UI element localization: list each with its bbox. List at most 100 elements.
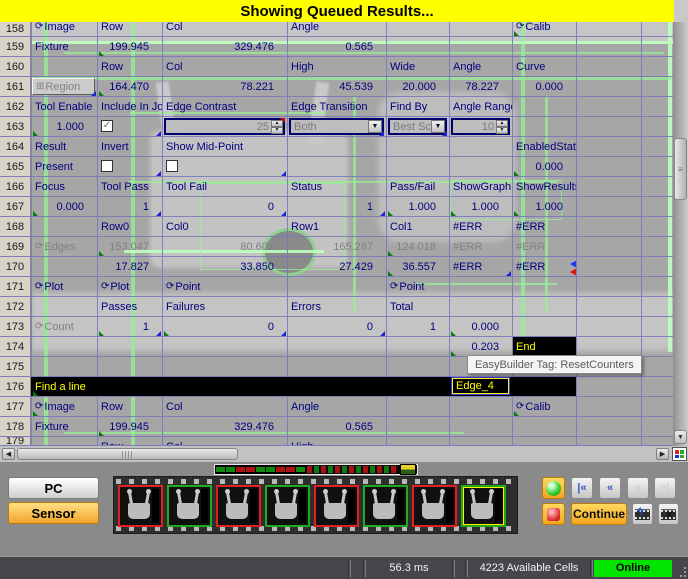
row-header-164[interactable]: 164	[0, 137, 31, 156]
cell-166C[interactable]: Tool Fail	[163, 177, 287, 197]
row-header-179[interactable]: 179	[0, 437, 31, 445]
cell-161F[interactable]: 78.227	[450, 77, 512, 97]
dropdown-field[interactable]: Best Score▼	[388, 118, 447, 135]
previous-record-button[interactable]: «	[599, 477, 621, 499]
cell-178B[interactable]: 199.945	[98, 417, 162, 437]
row-header-161[interactable]: 161	[0, 77, 31, 96]
cell-170C[interactable]: 33.850	[163, 257, 287, 277]
cell-170E[interactable]: 36.557	[387, 257, 449, 277]
cell-160G[interactable]: Curve	[513, 57, 576, 77]
view-toggle-button[interactable]	[672, 447, 687, 461]
cell-159A[interactable]: Fixture	[32, 37, 97, 57]
cell-169B[interactable]: 153.047	[98, 237, 162, 257]
cell-163B-checkbox[interactable]: ✓	[98, 117, 162, 137]
row-header-175[interactable]: 175	[0, 357, 31, 376]
cell-170G[interactable]: #ERR	[513, 257, 576, 277]
cell-166E[interactable]: Pass/Fail	[387, 177, 449, 197]
row-header-162[interactable]: 162	[0, 97, 31, 116]
cell-171A[interactable]: ⟳Plot	[32, 277, 97, 297]
cell-160E[interactable]: Wide	[387, 57, 449, 77]
filmstrip-thumbnail-4-pass[interactable]	[265, 485, 310, 527]
cell-173E[interactable]: 1	[387, 317, 449, 337]
row-header-170[interactable]: 170	[0, 257, 31, 276]
cell-177G[interactable]: ⟳Calib	[513, 397, 576, 417]
cell-167B[interactable]: 1	[98, 197, 162, 217]
cell-178C[interactable]: 329.476	[163, 417, 287, 437]
spin-down-icon[interactable]: ▼	[271, 127, 283, 134]
spin-down-icon[interactable]: ▼	[496, 127, 508, 134]
continue-button[interactable]: Continue	[571, 503, 627, 525]
cell-177D[interactable]: Angle	[288, 397, 386, 417]
row-header-163[interactable]: 163	[0, 117, 31, 136]
horizontal-scrollbar-thumb[interactable]: ||||	[17, 448, 238, 460]
cell-159B[interactable]: 199.945	[98, 37, 162, 57]
cell-158C[interactable]: Col	[163, 22, 287, 37]
row-header-167[interactable]: 167	[0, 197, 31, 216]
filmstrip-thumbnail-1-fail[interactable]	[118, 485, 163, 527]
cell-169C[interactable]: 80.602	[163, 237, 287, 257]
filmstrip-thumbnail-6-pass[interactable]	[363, 485, 408, 527]
row-header-178[interactable]: 178	[0, 417, 31, 436]
pc-button[interactable]: PC	[8, 477, 99, 499]
stop-button[interactable]	[542, 503, 565, 525]
cell-166A[interactable]: Focus	[32, 177, 97, 197]
cell-168B[interactable]: Row0	[98, 217, 162, 237]
region-button[interactable]: ⊞Region	[32, 78, 95, 95]
resize-grip[interactable]	[672, 557, 688, 579]
spinner-buttons[interactable]: ▲▼	[496, 120, 508, 133]
cell-173F[interactable]: 0.000	[450, 317, 512, 337]
cell-173C[interactable]: 0	[163, 317, 287, 337]
horizontal-scrollbar[interactable]: ◀ |||| ▶	[0, 446, 688, 462]
cell-170B[interactable]: 17.827	[98, 257, 162, 277]
sensor-button[interactable]: Sensor	[8, 502, 99, 524]
cell-168C[interactable]: Col0	[163, 217, 287, 237]
scroll-down-button[interactable]: ▼	[674, 430, 687, 444]
cell-165C-checkbox[interactable]	[163, 157, 287, 177]
cell-171C[interactable]: ⟳Point	[163, 277, 287, 297]
cell-166G[interactable]: ShowResults	[513, 177, 576, 197]
cell-161G[interactable]: 0.000	[513, 77, 576, 97]
cell-161B[interactable]: 164.470	[98, 77, 162, 97]
cell-168G[interactable]: #ERR	[513, 217, 576, 237]
row-header-169[interactable]: 169	[0, 237, 31, 256]
spinner-field[interactable]: 10▲▼	[451, 118, 510, 135]
cell-169F[interactable]: #ERR	[450, 237, 512, 257]
filmstrip-thumbnail-5-fail[interactable]	[314, 485, 359, 527]
cell-177C[interactable]: Col	[163, 397, 287, 417]
spinner-field[interactable]: 25▲▼	[164, 118, 285, 135]
cell-177B[interactable]: Row	[98, 397, 162, 417]
cell-165G[interactable]: 0.000	[513, 157, 576, 177]
spin-up-icon[interactable]: ▲	[496, 120, 508, 127]
cell-163E-dropdown[interactable]: Best Score▼	[387, 117, 448, 137]
scroll-right-button[interactable]: ▶	[656, 448, 669, 460]
cell-159C[interactable]: 329.476	[163, 37, 287, 57]
row-header-165[interactable]: 165	[0, 157, 31, 176]
cell-163D-dropdown[interactable]: Both▼	[288, 117, 385, 137]
row-header-174[interactable]: 174	[0, 337, 31, 356]
cell-172E[interactable]: Total	[387, 297, 449, 317]
cell-166B[interactable]: Tool Pass	[98, 177, 162, 197]
cell-158G[interactable]: ⟳Calib	[513, 22, 576, 37]
cell-171B[interactable]: ⟳Plot	[98, 277, 162, 297]
cell-164G[interactable]: EnabledStatus	[513, 137, 576, 157]
cell-172D[interactable]: Errors	[288, 297, 386, 317]
cell-169E[interactable]: 124.018	[387, 237, 449, 257]
save-images-button[interactable]: ↰	[632, 503, 653, 525]
cell-160B[interactable]: Row	[98, 57, 162, 77]
cell-173B[interactable]: 1	[98, 317, 162, 337]
cell-163C-spinner[interactable]: 25▲▼	[163, 117, 286, 137]
cell-164B[interactable]: Invert	[98, 137, 162, 157]
filmstrip-thumbnail-2-pass[interactable]	[167, 485, 212, 527]
cell-167F[interactable]: 1.000	[450, 197, 512, 217]
filmstrip-thumbnail-8-pass[interactable]	[461, 485, 506, 527]
cell-171E[interactable]: ⟳Point	[387, 277, 449, 297]
cell-159D[interactable]: 0.565	[288, 37, 386, 57]
cell-162D[interactable]: Edge Transition	[288, 97, 386, 117]
cell-179D[interactable]: High	[288, 437, 386, 446]
cell-172B[interactable]: Passes	[98, 297, 162, 317]
vertical-scrollbar[interactable]: ≡ ▼	[673, 22, 688, 446]
cell-179C[interactable]: Col	[163, 437, 287, 446]
cell-161E[interactable]: 20.000	[387, 77, 449, 97]
cell-168E[interactable]: Col1	[387, 217, 449, 237]
cell-162A[interactable]: Tool Enable	[32, 97, 97, 117]
